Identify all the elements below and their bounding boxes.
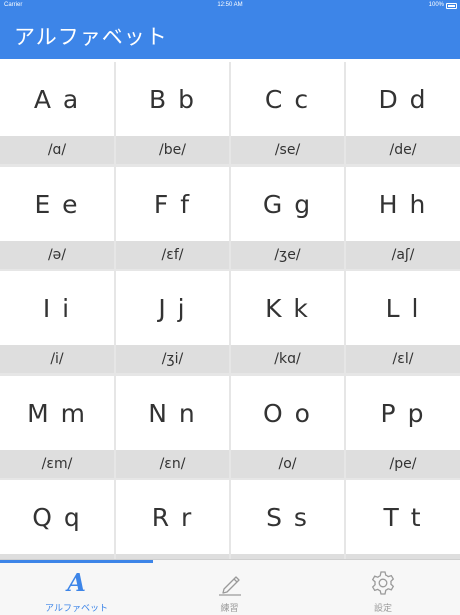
phonetic-label: /ɛn/ [116,450,229,478]
phonetic-label: /ɛl/ [346,345,460,373]
tab-alphabet[interactable]: A アルファベット [0,563,153,615]
letter-cell[interactable]: G g/ʒe/ [231,167,344,269]
letter-label: H h [378,189,428,219]
letter-label: R r [151,502,194,532]
letter-label: A a [33,84,81,114]
letter-label: L l [385,293,421,323]
phonetic-label: /de/ [346,136,460,164]
letter-label: C c [264,84,311,114]
letter-cell[interactable]: C c/se/ [231,62,344,164]
letter-cell[interactable]: R r [116,480,229,559]
letter-label: P p [380,398,426,428]
phonetic-label: /ʒe/ [231,241,344,269]
letter-cell[interactable]: Q q [0,480,114,559]
phonetic-label: /i/ [0,345,114,373]
letter-label: B b [149,84,196,114]
phonetic-label: /o/ [231,450,344,478]
tab-bar: A アルファベット 練習 設定 [0,559,460,615]
letter-cell[interactable]: E e/ə/ [0,167,114,269]
letter-cell[interactable]: M m/ɛm/ [0,376,114,478]
alphabet-icon: A [67,568,86,597]
letter-cell[interactable]: D d/de/ [346,62,460,164]
letter-cell[interactable]: J j/ʒi/ [116,271,229,373]
letter-cell[interactable]: L l/ɛl/ [346,271,460,373]
phonetic-label: /aʃ/ [346,241,460,269]
letter-cell[interactable]: I i/i/ [0,271,114,373]
tab-alphabet-label: アルファベット [45,604,108,614]
letter-label: D d [378,84,428,114]
letter-cell[interactable]: T t [346,480,460,559]
letter-label: F f [153,189,192,219]
status-time: 12:50 AM [217,2,243,8]
letter-cell[interactable]: A a/ɑ/ [0,62,114,164]
tab-practice-label: 練習 [220,604,239,614]
alphabet-grid: A a/ɑ/B b/be/C c/se/D d/de/E e/ə/F f/ɛf/… [0,62,460,559]
page-title: アルファベット [14,25,168,49]
phonetic-label: /be/ [116,136,229,164]
letter-cell[interactable]: O o/o/ [231,376,344,478]
letter-label: N n [148,398,197,428]
phonetic-label: /ɛf/ [116,241,229,269]
phonetic-label: /ɑ/ [0,136,114,164]
letter-label: Q q [32,502,82,532]
status-bar: Carrier 12:50 AM 100% [0,0,460,12]
letter-label: S s [266,502,309,532]
letter-label: I i [42,293,72,323]
tab-settings-label: 設定 [373,604,392,614]
phonetic-label: /pe/ [346,450,460,478]
tab-settings[interactable]: 設定 [306,563,460,615]
phonetic-label: /ʒi/ [116,345,229,373]
battery-percent: 100% [428,2,444,8]
letter-cell[interactable]: H h/aʃ/ [346,167,460,269]
phonetic-label: /se/ [231,136,344,164]
battery-icon [446,3,457,9]
gear-icon [306,569,460,597]
letter-label: O o [263,398,312,428]
letter-cell[interactable]: N n/ɛn/ [116,376,229,478]
pencil-icon [153,569,306,597]
letter-cell[interactable]: S s [231,480,344,559]
letter-label: E e [34,189,80,219]
tab-practice[interactable]: 練習 [153,563,306,615]
letter-label: T t [383,502,423,532]
navigation-bar: アルファベット [0,12,460,59]
letter-cell[interactable]: B b/be/ [116,62,229,164]
letter-label: M m [27,398,87,428]
letter-label: G g [262,189,313,219]
phonetic-label: /kɑ/ [231,345,344,373]
phonetic-label: /ə/ [0,241,114,269]
phonetic-label: /ɛm/ [0,450,114,478]
letter-label: J j [158,293,187,323]
letter-cell[interactable]: F f/ɛf/ [116,167,229,269]
letter-cell[interactable]: P p/pe/ [346,376,460,478]
letter-cell[interactable]: K k/kɑ/ [231,271,344,373]
letter-label: K k [265,293,310,323]
